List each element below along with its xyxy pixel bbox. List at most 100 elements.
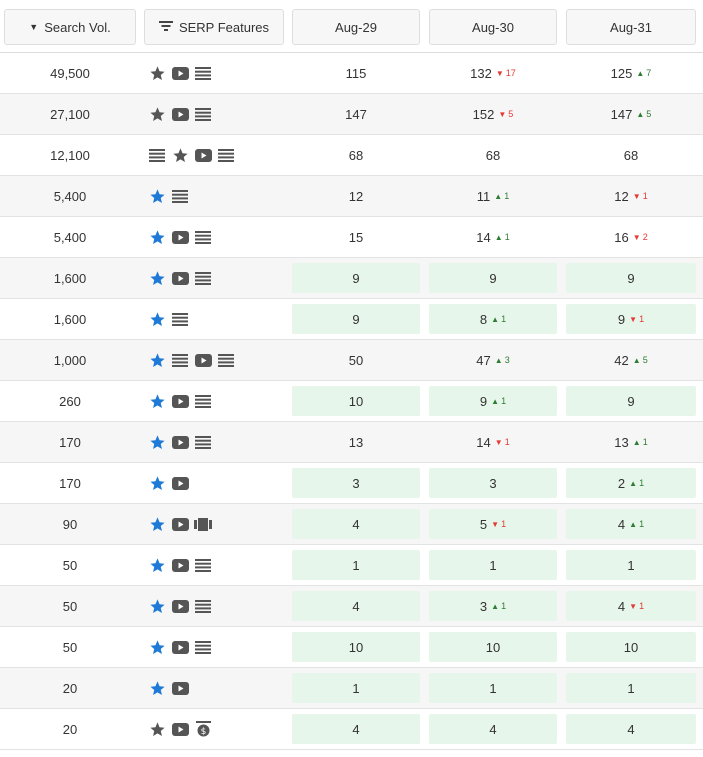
position-cell: 4 ▼ 1	[566, 586, 696, 626]
search-volume-cell: 1,600	[53, 270, 87, 286]
table-row: 1,000 50 47 ▲ 3 42 ▲ 5	[0, 340, 703, 381]
serp-features-cell	[148, 53, 212, 93]
arrow-up-icon: ▲	[491, 314, 500, 324]
arrow-up-icon: ▲	[636, 109, 645, 119]
list-icon[interactable]	[148, 146, 166, 164]
position-value: 4	[627, 721, 635, 737]
ads-icon[interactable]: $	[194, 720, 212, 738]
table-row: 260 10 9 ▲ 1 9	[0, 381, 703, 422]
search-vol-header[interactable]: ▼ Search Vol.	[4, 9, 136, 45]
star-icon[interactable]	[171, 146, 189, 164]
change-value: 1	[501, 314, 507, 324]
featured-snippet-star-icon[interactable]	[148, 556, 166, 574]
featured-snippet-star-icon[interactable]	[148, 392, 166, 410]
star-icon[interactable]	[148, 64, 166, 82]
list-icon[interactable]	[194, 638, 212, 656]
position-cell: 68	[566, 135, 696, 175]
date-header-2[interactable]: Aug-30	[429, 9, 557, 45]
position-cell: 147 ▲ 5	[566, 94, 696, 134]
list-icon[interactable]	[171, 310, 189, 328]
arrow-up-icon: ▲	[632, 355, 641, 365]
video-icon[interactable]	[171, 638, 189, 656]
featured-snippet-star-icon[interactable]	[148, 228, 166, 246]
position-cell: 9	[566, 381, 696, 421]
position-up-change: ▲ 5	[633, 355, 648, 365]
position-cell: 1	[429, 545, 557, 585]
position-box: 152 ▼ 5	[429, 99, 557, 129]
change-value: 1	[501, 519, 507, 529]
featured-snippet-star-icon[interactable]	[148, 515, 166, 533]
position-box: 4	[292, 714, 420, 744]
list-icon[interactable]	[194, 433, 212, 451]
position-value: 9	[617, 311, 626, 327]
list-icon[interactable]	[194, 556, 212, 574]
carousel-icon[interactable]	[194, 515, 212, 533]
video-icon[interactable]	[171, 474, 189, 492]
video-icon[interactable]	[171, 269, 189, 287]
video-icon[interactable]	[171, 392, 189, 410]
search-volume-cell: 260	[59, 393, 81, 409]
search-volume-cell: 1,000	[53, 352, 87, 368]
list-icon[interactable]	[171, 187, 189, 205]
change-value: 1	[639, 478, 645, 488]
list-icon[interactable]	[217, 146, 235, 164]
list-icon[interactable]	[194, 392, 212, 410]
position-cell: 12	[292, 176, 420, 216]
video-icon[interactable]	[171, 720, 189, 738]
featured-snippet-star-icon[interactable]	[148, 679, 166, 697]
video-icon[interactable]	[171, 433, 189, 451]
position-box: 9	[292, 304, 420, 334]
featured-snippet-star-icon[interactable]	[148, 474, 166, 492]
video-icon[interactable]	[171, 515, 189, 533]
serp-features-cell	[148, 668, 189, 708]
star-icon[interactable]	[148, 105, 166, 123]
featured-snippet-star-icon[interactable]	[148, 310, 166, 328]
date-header-3[interactable]: Aug-31	[566, 9, 696, 45]
position-box: 1	[566, 550, 696, 580]
date-header-1[interactable]: Aug-29	[292, 9, 420, 45]
position-box: 10	[429, 632, 557, 662]
search-volume-cell: 90	[62, 516, 78, 532]
position-box: 68	[566, 140, 696, 170]
position-cell: 16 ▼ 2	[566, 217, 696, 257]
featured-snippet-star-icon[interactable]	[148, 433, 166, 451]
serp-features-header[interactable]: SERP Features	[144, 9, 284, 45]
position-value: 14	[476, 434, 491, 450]
featured-snippet-star-icon[interactable]	[148, 351, 166, 369]
list-icon[interactable]	[194, 64, 212, 82]
featured-snippet-star-icon[interactable]	[148, 187, 166, 205]
video-icon[interactable]	[194, 146, 212, 164]
video-icon[interactable]	[171, 64, 189, 82]
list-icon[interactable]	[217, 351, 235, 369]
list-icon[interactable]	[194, 269, 212, 287]
position-box: 11 ▲ 1	[429, 181, 557, 211]
change-value: 3	[504, 355, 510, 365]
list-icon[interactable]	[194, 597, 212, 615]
video-icon[interactable]	[171, 556, 189, 574]
video-icon[interactable]	[171, 228, 189, 246]
position-box: 9	[429, 263, 557, 293]
position-cell: 10	[292, 627, 420, 667]
change-value: 5	[642, 355, 648, 365]
position-cell: 4	[292, 586, 420, 626]
featured-snippet-star-icon[interactable]	[148, 269, 166, 287]
position-value: 10	[623, 639, 639, 655]
video-icon[interactable]	[171, 679, 189, 697]
position-box: 1	[429, 673, 557, 703]
video-icon[interactable]	[171, 597, 189, 615]
video-icon[interactable]	[194, 351, 212, 369]
list-icon[interactable]	[194, 105, 212, 123]
position-up-change: ▲ 1	[495, 232, 510, 242]
featured-snippet-star-icon[interactable]	[148, 597, 166, 615]
table-row: 49,500 115 132 ▼ 17 125 ▲ 7	[0, 53, 703, 94]
star-icon[interactable]	[148, 720, 166, 738]
list-icon[interactable]	[171, 351, 189, 369]
position-value: 47	[476, 352, 491, 368]
video-icon[interactable]	[171, 105, 189, 123]
position-cell: 3	[429, 463, 557, 503]
list-icon[interactable]	[194, 228, 212, 246]
position-cell: 8 ▲ 1	[429, 299, 557, 339]
position-value: 12	[348, 188, 364, 204]
featured-snippet-star-icon[interactable]	[148, 638, 166, 656]
position-cell: 9	[292, 299, 420, 339]
